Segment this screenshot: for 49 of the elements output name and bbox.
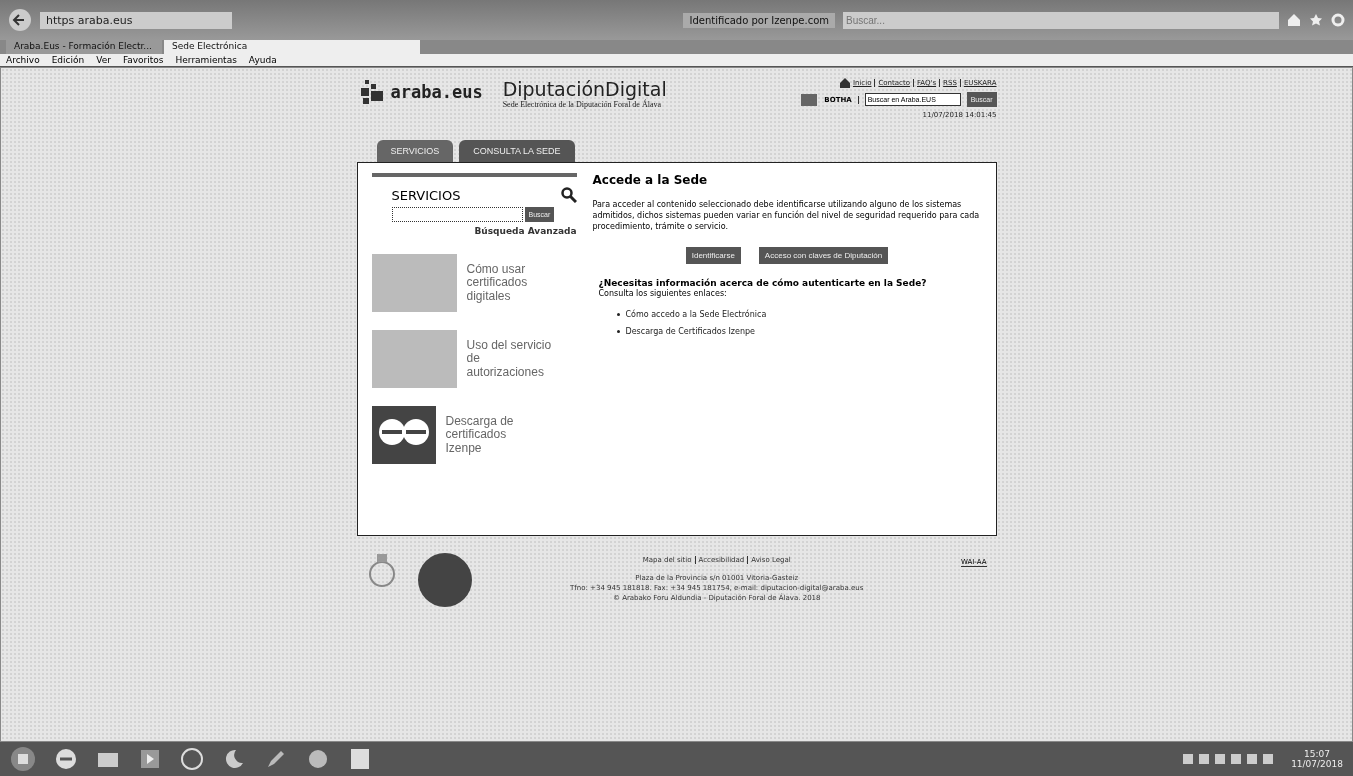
back-icon[interactable] <box>8 8 32 32</box>
page-heading: Accede a la Sede <box>592 173 709 187</box>
menu-item[interactable]: Ayuda <box>248 55 277 65</box>
home-icon[interactable] <box>839 78 850 88</box>
sidebar-link[interactable]: Uso del servicio de autorizaciones <box>466 339 557 379</box>
nav-tab[interactable]: CONSULTA LA SEDE <box>459 140 575 162</box>
hint-text: Consulta los siguientes enlaces: <box>598 288 728 298</box>
document-icon[interactable] <box>348 747 372 771</box>
menu-item[interactable]: Favoritos <box>122 55 164 65</box>
advanced-search-link[interactable]: Búsqueda Avanzada <box>474 226 577 236</box>
tray-icon[interactable] <box>1215 754 1226 764</box>
nav-tab[interactable]: SERVICIOS <box>376 140 454 162</box>
menu-item[interactable]: Herramientas <box>175 55 237 65</box>
browser-tab[interactable]: Araba.Eus - Formación Electr... <box>6 40 162 54</box>
bullet-icon <box>616 329 620 333</box>
menu-item[interactable]: Edición <box>51 55 85 65</box>
start-icon[interactable] <box>10 746 36 772</box>
site-title: DiputaciónDigital <box>502 78 667 100</box>
search-field[interactable]: Buscar... <box>843 11 1279 29</box>
question-text: ¿Necesitas información acerca de cómo autenticarte en la Sede? <box>598 277 928 288</box>
menu-item[interactable]: Ver <box>96 55 111 65</box>
help-link[interactable]: Cómo accedo a la Sede Electrónica <box>625 309 767 319</box>
star-icon[interactable] <box>1309 13 1323 27</box>
clock-time: 15:07 <box>1304 749 1331 759</box>
bullet-icon <box>616 312 620 316</box>
sidebar-link[interactable]: Cómo usar certificados digitales <box>466 263 557 303</box>
tray-icon[interactable] <box>1263 754 1274 764</box>
certificate-logo-icon <box>371 406 436 464</box>
clock-date: 11/07/2018 <box>1291 759 1343 769</box>
login-button[interactable]: Acceso con claves de Diputación <box>758 246 889 264</box>
logo-text[interactable]: araba.eus <box>390 82 483 102</box>
search-icon <box>560 187 577 203</box>
site-subtitle: Sede Electrónica de la Diputación Foral de Álava <box>502 100 661 109</box>
tray-icon[interactable] <box>1247 754 1258 764</box>
tray-icon[interactable] <box>1183 754 1194 764</box>
search-field[interactable] <box>391 207 523 222</box>
intro-text: Para acceder al contenido seleccionado debe identificarse utilizando alguno de los sistemas admitidos, dichos sistemas pueden variar en función del nivel de seguridad requerido para cada procedimiento, trámite o servicio. <box>592 199 981 233</box>
address-bar[interactable]: https araba.eus <box>40 11 232 29</box>
browser-tab[interactable]: Sede Electrónica <box>164 40 420 54</box>
seal-icon <box>416 552 473 608</box>
identity-label: Identificado por Izenpe.com <box>683 12 835 28</box>
menu-item[interactable]: Archivo <box>6 55 40 65</box>
tray-icon[interactable] <box>1231 754 1242 764</box>
sidebar-link[interactable]: Descarga de certificados Izenpe <box>445 415 536 455</box>
media-player-icon[interactable] <box>138 747 162 771</box>
help-link[interactable]: Descarga de Certificados Izenpe <box>625 326 755 336</box>
sidebar-title: SERVICIOS <box>391 187 461 203</box>
login-button[interactable]: Identificarse <box>685 246 741 264</box>
tray-icon[interactable] <box>1199 754 1210 764</box>
